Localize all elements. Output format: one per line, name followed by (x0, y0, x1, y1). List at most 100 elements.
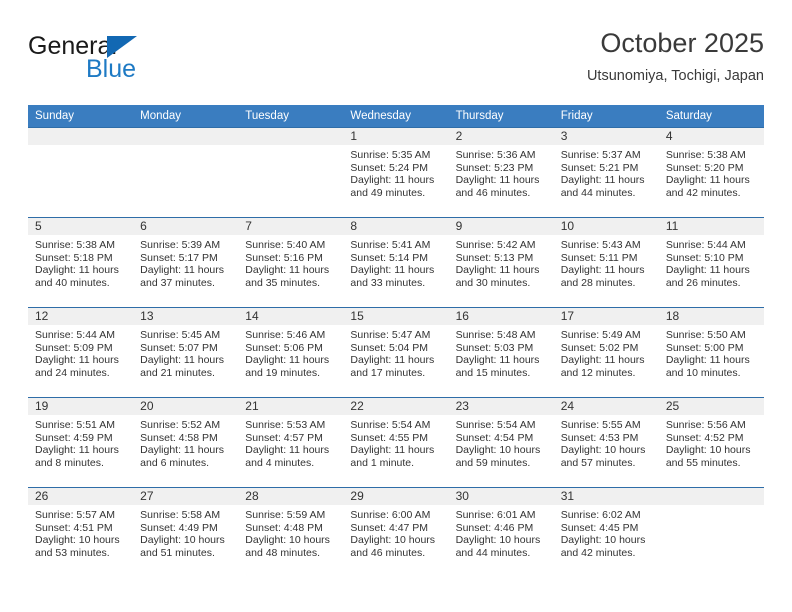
sunset-text: Sunset: 5:07 PM (140, 341, 218, 354)
calendar-day-cell[interactable]: 29 Sunrise: 6:00 AM Sunset: 4:47 PM Dayligh… (343, 487, 449, 577)
day-details: Sunrise: 5:44 AM Sunset: 5:10 PM Daylight:… (659, 235, 764, 289)
calendar-day-cell[interactable]: 24 Sunrise: 5:55 AM Sunset: 4:53 PM Dayligh… (553, 397, 659, 488)
calendar-day-cell[interactable]: 12 Sunrise: 5:44 AM Sunset: 5:09 PM Dayligh… (28, 307, 134, 398)
day-details: Sunrise: 5:52 AM Sunset: 4:58 PM Daylight:… (133, 415, 238, 469)
sunset-text: Sunset: 5:11 PM (560, 251, 638, 264)
sunset-text: Sunset: 5:06 PM (245, 341, 323, 354)
day-cell-inner: 6 Sunrise: 5:39 AM Sunset: 5:17 PM Daylight… (133, 218, 239, 307)
day-number: 16 (448, 308, 554, 325)
logo-word-blue: Blue (86, 55, 137, 83)
calendar-day-cell[interactable]: 23 Sunrise: 5:54 AM Sunset: 4:54 PM Dayligh… (448, 397, 554, 488)
calendar-day-cell[interactable]: 2 Sunrise: 5:36 AM Sunset: 5:23 PM Daylight… (448, 127, 554, 218)
day-number: 25 (658, 398, 764, 415)
sunrise-text: Sunrise: 5:55 AM (560, 419, 641, 431)
day-cell-inner: 1 Sunrise: 5:35 AM Sunset: 5:24 PM Daylight… (343, 128, 449, 217)
sunrise-text: Sunrise: 5:59 AM (245, 509, 326, 521)
daylight-text: Daylight: 10 hours and 53 minutes. (35, 534, 120, 559)
sunset-text: Sunset: 5:16 PM (245, 251, 323, 264)
calendar-day-cell[interactable]: 22 Sunrise: 5:54 AM Sunset: 4:55 PM Dayligh… (343, 397, 449, 488)
day-cell-inner: 4 Sunrise: 5:38 AM Sunset: 5:20 PM Daylight… (658, 128, 764, 217)
day-cell-inner: 24 Sunrise: 5:55 AM Sunset: 4:53 PM Dayligh… (553, 398, 659, 487)
sunset-text: Sunset: 5:17 PM (140, 251, 218, 264)
day-details: Sunrise: 5:42 AM Sunset: 5:13 PM Daylight:… (449, 235, 554, 289)
sunrise-text: Sunrise: 5:36 AM (455, 149, 536, 161)
day-cell-inner (133, 128, 239, 217)
sunrise-text: Sunrise: 5:40 AM (245, 239, 326, 251)
calendar-day-cell[interactable]: 19 Sunrise: 5:51 AM Sunset: 4:59 PM Dayligh… (28, 397, 134, 488)
calendar-day-cell[interactable]: 10 Sunrise: 5:43 AM Sunset: 5:11 PM Dayligh… (553, 217, 659, 308)
calendar-day-cell[interactable]: 8 Sunrise: 5:41 AM Sunset: 5:14 PM Daylight… (343, 217, 449, 308)
day-cell-inner: 31 Sunrise: 6:02 AM Sunset: 4:45 PM Dayligh… (553, 488, 659, 577)
calendar-day-cell[interactable]: 26 Sunrise: 5:57 AM Sunset: 4:51 PM Dayligh… (28, 487, 134, 577)
day-cell-inner: 9 Sunrise: 5:42 AM Sunset: 5:13 PM Daylight… (448, 218, 554, 307)
day-cell-inner: 3 Sunrise: 5:37 AM Sunset: 5:21 PM Daylight… (553, 128, 659, 217)
day-number: 6 (133, 218, 239, 235)
sunset-text: Sunset: 5:10 PM (665, 251, 744, 264)
calendar-day-cell[interactable]: 7 Sunrise: 5:40 AM Sunset: 5:16 PM Daylight… (238, 217, 344, 308)
day-cell-inner: 26 Sunrise: 5:57 AM Sunset: 4:51 PM Dayligh… (28, 488, 134, 577)
day-cell-inner: 16 Sunrise: 5:48 AM Sunset: 5:03 PM Dayligh… (448, 308, 554, 397)
day-cell-inner: 14 Sunrise: 5:46 AM Sunset: 5:06 PM Dayligh… (238, 308, 344, 397)
sunrise-text: Sunrise: 5:45 AM (140, 329, 221, 341)
calendar-day-cell[interactable]: 1 Sunrise: 5:35 AM Sunset: 5:24 PM Daylight… (343, 127, 449, 218)
calendar-day-cell[interactable]: 31 Sunrise: 6:02 AM Sunset: 4:45 PM Dayligh… (553, 487, 659, 577)
sunset-text: Sunset: 5:09 PM (35, 341, 113, 354)
calendar-day-cell[interactable]: 9 Sunrise: 5:42 AM Sunset: 5:13 PM Daylight… (448, 217, 554, 308)
calendar-day-cell[interactable]: 25 Sunrise: 5:56 AM Sunset: 4:52 PM Dayligh… (658, 397, 764, 488)
day-details: Sunrise: 5:49 AM Sunset: 5:02 PM Daylight:… (554, 325, 659, 379)
calendar-day-cell[interactable]: 4 Sunrise: 5:38 AM Sunset: 5:20 PM Daylight… (658, 127, 764, 218)
calendar-day-cell[interactable]: 3 Sunrise: 5:37 AM Sunset: 5:21 PM Daylight… (553, 127, 659, 218)
day-number: 12 (28, 308, 134, 325)
calendar-day-cell[interactable]: 18 Sunrise: 5:50 AM Sunset: 5:00 PM Dayligh… (658, 307, 764, 398)
calendar-day-cell[interactable]: 17 Sunrise: 5:49 AM Sunset: 5:02 PM Dayligh… (553, 307, 659, 398)
general-blue-logo[interactable]: General Blue (28, 34, 238, 94)
daylight-text: Daylight: 10 hours and 48 minutes. (245, 534, 330, 559)
calendar-week-row: 12 Sunrise: 5:44 AM Sunset: 5:09 PM Dayligh… (28, 307, 764, 398)
day-details: Sunrise: 5:48 AM Sunset: 5:03 PM Daylight:… (449, 325, 554, 379)
sunset-text: Sunset: 4:58 PM (140, 431, 218, 444)
calendar-day-cell[interactable]: 16 Sunrise: 5:48 AM Sunset: 5:03 PM Dayligh… (448, 307, 554, 398)
day-number: 19 (28, 398, 134, 415)
sunrise-text: Sunrise: 5:51 AM (35, 419, 115, 431)
calendar-day-cell[interactable]: 11 Sunrise: 5:44 AM Sunset: 5:10 PM Dayligh… (658, 217, 764, 308)
sunset-text: Sunset: 5:14 PM (350, 251, 429, 264)
sunrise-text: Sunrise: 5:50 AM (665, 329, 746, 341)
day-details: Sunrise: 5:44 AM Sunset: 5:09 PM Daylight:… (28, 325, 133, 379)
daylight-text: Daylight: 11 hours and 26 minutes. (665, 264, 750, 289)
day-cell-inner (658, 488, 764, 577)
sunset-text: Sunset: 5:04 PM (350, 341, 429, 354)
day-number: 8 (343, 218, 449, 235)
day-details: Sunrise: 5:41 AM Sunset: 5:14 PM Daylight:… (343, 235, 448, 289)
sunset-text: Sunset: 4:55 PM (350, 431, 429, 444)
calendar-day-cell[interactable]: 14 Sunrise: 5:46 AM Sunset: 5:06 PM Dayligh… (238, 307, 344, 398)
calendar-day-cell[interactable]: 27 Sunrise: 5:58 AM Sunset: 4:49 PM Dayligh… (133, 487, 239, 577)
sunrise-text: Sunrise: 5:48 AM (455, 329, 536, 341)
calendar-day-cell[interactable]: 15 Sunrise: 5:47 AM Sunset: 5:04 PM Dayligh… (343, 307, 449, 398)
sunrise-text: Sunrise: 5:46 AM (245, 329, 326, 341)
sunrise-text: Sunrise: 5:44 AM (35, 329, 115, 341)
day-number: 26 (28, 488, 134, 505)
sunset-text: Sunset: 5:03 PM (455, 341, 534, 354)
calendar-day-cell[interactable]: 30 Sunrise: 6:01 AM Sunset: 4:46 PM Dayligh… (448, 487, 554, 577)
calendar-day-cell[interactable]: 13 Sunrise: 5:45 AM Sunset: 5:07 PM Dayligh… (133, 307, 239, 398)
daylight-text: Daylight: 11 hours and 49 minutes. (350, 174, 435, 199)
day-number: 2 (448, 128, 554, 145)
day-details: Sunrise: 5:56 AM Sunset: 4:52 PM Daylight:… (659, 415, 764, 469)
day-number: 15 (343, 308, 449, 325)
day-cell-inner: 29 Sunrise: 6:00 AM Sunset: 4:47 PM Dayligh… (343, 488, 449, 577)
day-number: 22 (343, 398, 449, 415)
calendar-day-cell[interactable]: 28 Sunrise: 5:59 AM Sunset: 4:48 PM Dayligh… (238, 487, 344, 577)
day-details: Sunrise: 5:47 AM Sunset: 5:04 PM Daylight:… (343, 325, 448, 379)
calendar-day-cell[interactable]: 5 Sunrise: 5:38 AM Sunset: 5:18 PM Daylight… (28, 217, 134, 308)
sunrise-text: Sunrise: 5:38 AM (665, 149, 746, 161)
day-cell-inner: 17 Sunrise: 5:49 AM Sunset: 5:02 PM Dayligh… (553, 308, 659, 397)
day-details: Sunrise: 5:57 AM Sunset: 4:51 PM Daylight:… (28, 505, 133, 559)
calendar-day-cell[interactable]: 20 Sunrise: 5:52 AM Sunset: 4:58 PM Dayligh… (133, 397, 239, 488)
weekday-header-saturday: Saturday (658, 105, 764, 128)
day-cell-inner: 2 Sunrise: 5:36 AM Sunset: 5:23 PM Daylight… (448, 128, 554, 217)
calendar-day-cell[interactable]: 21 Sunrise: 5:53 AM Sunset: 4:57 PM Dayligh… (238, 397, 344, 488)
calendar-day-cell[interactable]: 6 Sunrise: 5:39 AM Sunset: 5:17 PM Daylight… (133, 217, 239, 308)
day-cell-inner: 23 Sunrise: 5:54 AM Sunset: 4:54 PM Dayligh… (448, 398, 554, 487)
day-cell-inner: 25 Sunrise: 5:56 AM Sunset: 4:52 PM Dayligh… (658, 398, 764, 487)
day-number (133, 128, 239, 145)
